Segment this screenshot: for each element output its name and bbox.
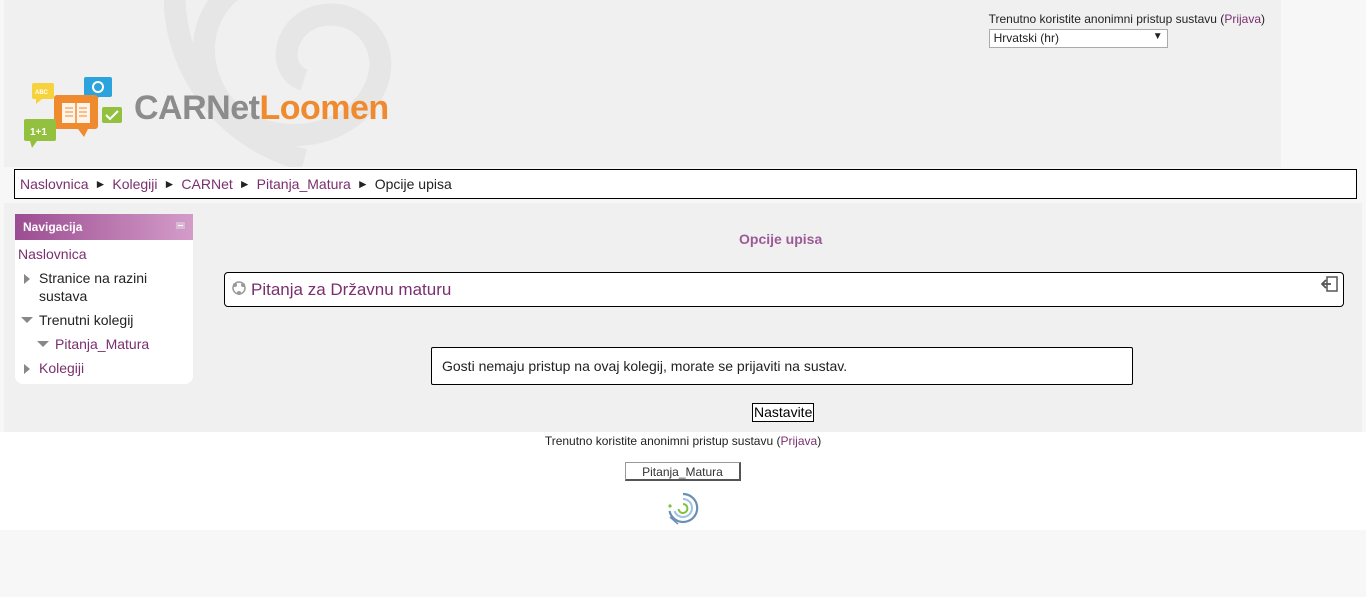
block-collapse-icon[interactable]: [175, 221, 186, 230]
page-header: Trenutno koristite anonimni pristup sust…: [4, 0, 1281, 167]
footer-login-text: Trenutno koristite anonimni pristup sust…: [544, 434, 774, 448]
continue-button[interactable]: Nastavite: [752, 403, 815, 422]
footer-login-link[interactable]: Prijava: [781, 434, 818, 448]
page-body: Navigacija Naslovnica Stranice na razini…: [4, 203, 1362, 432]
nav-item-kolegiji[interactable]: Kolegiji: [15, 359, 193, 377]
footer-home-button[interactable]: Pitanja_Matura: [625, 462, 741, 481]
dropdown-arrow-icon: ▼: [1152, 31, 1163, 42]
nav-item-label[interactable]: Kolegiji: [39, 360, 84, 376]
login-info-text: Trenutno koristite anonimni pristup sust…: [988, 12, 1217, 26]
collapse-arrow-icon[interactable]: [21, 317, 33, 323]
breadcrumb-separator-icon: ►: [94, 177, 107, 191]
language-select[interactable]: Hrvatski (hr) ▼: [988, 29, 1168, 48]
nav-item-naslovnica[interactable]: Naslovnica: [15, 245, 193, 263]
nav-item-label: Stranice na razini sustava: [39, 270, 148, 304]
nav-item-trenutni-kolegij[interactable]: Trenutni kolegij: [15, 311, 193, 329]
login-link[interactable]: Prijava: [1224, 12, 1261, 26]
breadcrumb-item-kolegiji[interactable]: Kolegiji: [112, 176, 157, 192]
breadcrumb-item-carnet[interactable]: CARNet: [181, 176, 232, 192]
guest-access-notice: Gosti nemaju pristup na ovaj kolegij, mo…: [431, 347, 1133, 385]
moodle-logo-icon[interactable]: [666, 491, 700, 527]
header-login-area: Trenutno koristite anonimni pristup sust…: [988, 12, 1265, 48]
expand-arrow-icon[interactable]: [24, 274, 30, 284]
navigation-list: Naslovnica Stranice na razini sustava Tr…: [15, 240, 193, 377]
expand-arrow-icon[interactable]: [24, 364, 30, 374]
nav-item-label[interactable]: Naslovnica: [18, 246, 86, 262]
breadcrumb-separator-icon: ►: [238, 177, 251, 191]
logo-text: CARNetLoomen: [134, 89, 389, 128]
navigation-block-title: Navigacija: [23, 220, 83, 234]
course-info-box: Pitanja za Državnu maturu: [224, 272, 1344, 307]
breadcrumb-separator-icon: ►: [163, 177, 176, 191]
navigation-block-header: Navigacija: [15, 214, 193, 240]
navigation-block: Navigacija Naslovnica Stranice na razini…: [15, 214, 193, 384]
site-logo[interactable]: ABC 1+1 CARNetLoomen: [22, 75, 389, 151]
breadcrumb-separator-icon: ►: [356, 177, 369, 191]
logo-text-carnet: CARNet: [134, 88, 260, 127]
footer-login-info: Trenutno koristite anonimni pristup sust…: [544, 434, 822, 448]
course-icon: [232, 281, 246, 295]
breadcrumb-item-naslovnica[interactable]: Naslovnica: [20, 176, 88, 192]
enrol-self-icon[interactable]: [1321, 275, 1339, 293]
login-info: Trenutno koristite anonimni pristup sust…: [988, 12, 1265, 26]
nav-item-pitanja-matura[interactable]: Pitanja_Matura: [15, 335, 193, 353]
logo-badge-math: 1+1: [30, 127, 47, 138]
course-name-link[interactable]: Pitanja za Državnu maturu: [251, 280, 451, 300]
nav-item-label: Trenutni kolegij: [39, 312, 134, 328]
nav-item-label[interactable]: Pitanja_Matura: [55, 336, 149, 352]
breadcrumb: Naslovnica ► Kolegiji ► CARNet ► Pitanja…: [14, 169, 1357, 199]
notice-text: Gosti nemaju pristup na ovaj kolegij, mo…: [442, 358, 848, 374]
language-select-value: Hrvatski (hr): [993, 31, 1059, 45]
collapse-arrow-icon[interactable]: [37, 341, 49, 347]
breadcrumb-item-pitanja-matura[interactable]: Pitanja_Matura: [257, 176, 351, 192]
page-title: Opcije upisa: [739, 231, 823, 247]
nav-item-stranice-na-razini-sustava[interactable]: Stranice na razini sustava: [15, 269, 193, 305]
logo-badge-abc: ABC: [35, 90, 49, 96]
loomen-logo-icon: ABC 1+1: [24, 77, 122, 148]
breadcrumb-current: Opcije upisa: [374, 176, 452, 192]
logo-text-loomen: Loomen: [259, 88, 389, 127]
